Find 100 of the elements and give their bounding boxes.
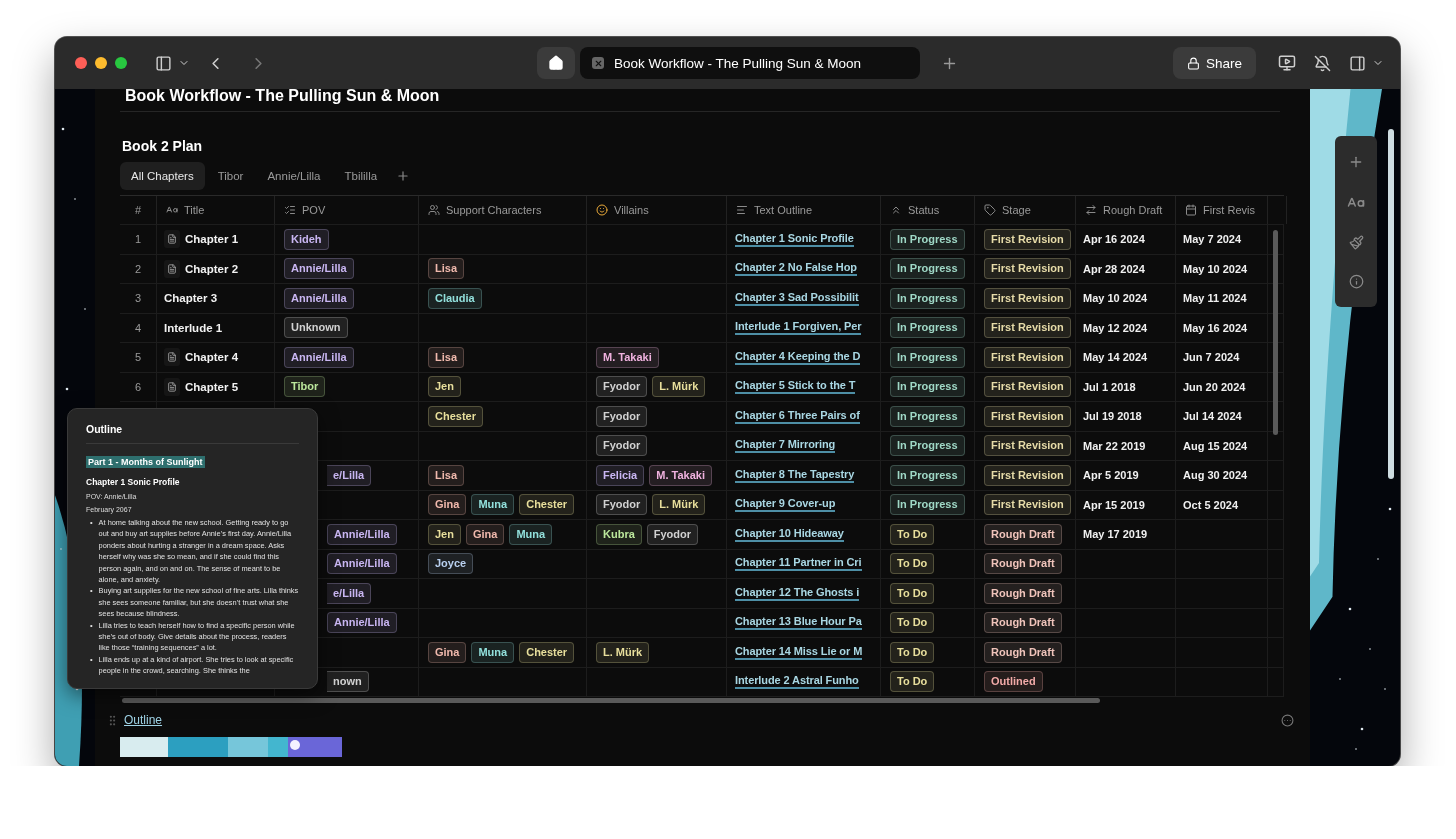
text-type-icon <box>166 204 178 216</box>
status-tag: In Progress <box>890 376 965 398</box>
tag: Muna <box>509 523 553 545</box>
outline-link[interactable]: Chapter 2 No False Hop <box>735 261 857 277</box>
chevrons-up-icon <box>890 204 902 216</box>
outline-link[interactable]: Chapter 3 Sad Possibilit <box>735 290 859 306</box>
date-cell: May 14 2024 <box>1083 351 1148 364</box>
tag: Fyodor <box>596 376 648 398</box>
table-cell[interactable]: Chapter 4 <box>185 351 239 364</box>
stage-tag: First Revision <box>984 435 1071 457</box>
outline-link[interactable]: Chapter 10 Hideaway <box>735 526 844 542</box>
scrollbar-thumb[interactable] <box>1273 230 1278 435</box>
outline-link[interactable]: Chapter 12 The Ghosts i <box>735 585 860 601</box>
table-cell[interactable]: Chapter 2 <box>185 262 239 275</box>
outline-link[interactable]: Chapter 5 Stick to the T <box>735 379 856 395</box>
date-cell: Oct 5 2024 <box>1183 498 1239 511</box>
outline-link[interactable]: Chapter 9 Cover-up <box>735 497 836 513</box>
tag: L. Mürk <box>596 641 650 663</box>
outline-link[interactable]: Chapter 7 Mirroring <box>735 438 836 454</box>
stage-tag: First Revision <box>984 228 1071 250</box>
stage-tag: First Revision <box>984 258 1071 280</box>
home-button[interactable] <box>537 47 575 79</box>
column-header[interactable]: Villains <box>614 204 649 216</box>
tag: Annie/Lilla <box>327 553 397 575</box>
stage-tag: First Revision <box>984 494 1071 516</box>
column-header[interactable]: Rough Draft <box>1103 204 1163 216</box>
tag: Unknown <box>284 317 348 339</box>
lines-icon <box>736 204 748 216</box>
table-cell[interactable]: Chapter 5 <box>185 380 239 393</box>
column-header[interactable]: Support Characters <box>446 204 542 216</box>
column-header[interactable]: Stage <box>1002 204 1031 216</box>
outline-link[interactable]: Interlude 2 Astral Funho <box>735 674 859 690</box>
date-cell: Jun 20 2024 <box>1183 380 1246 393</box>
status-tag: In Progress <box>890 346 965 368</box>
tag: Claudia <box>428 287 482 309</box>
status-tag: In Progress <box>890 435 965 457</box>
tag: Gina <box>428 494 467 516</box>
outline-link[interactable]: Chapter 8 The Tapestry <box>735 467 855 483</box>
stage-tag: First Revision <box>984 287 1071 309</box>
tag: Felicia <box>596 464 645 486</box>
scrollbar-thumb[interactable] <box>122 698 1100 703</box>
stage-tag: Rough Draft <box>984 582 1062 604</box>
tag: Gina <box>428 641 467 663</box>
column-header[interactable]: POV <box>302 204 326 216</box>
column-header[interactable]: Title <box>184 204 205 216</box>
row-number: 1 <box>134 233 142 246</box>
share-button[interactable]: Share <box>1172 47 1256 79</box>
tag: nown <box>327 671 369 693</box>
status-tag: To Do <box>890 671 935 693</box>
tag: Joyce <box>428 553 474 575</box>
stage-tag: Rough Draft <box>984 641 1062 663</box>
view-tab[interactable]: Annie/Lilla <box>256 162 332 190</box>
tag: Annie/Lilla <box>284 287 354 309</box>
close-button[interactable] <box>75 57 87 69</box>
tag: Annie/Lilla <box>284 258 354 280</box>
minimize-button[interactable] <box>95 57 107 69</box>
checklist-icon <box>284 204 296 216</box>
outline-link[interactable]: Chapter 11 Partner in Cri <box>735 556 862 572</box>
date-cell: May 11 2024 <box>1183 292 1247 305</box>
table-cell[interactable]: Interlude 1 <box>164 321 223 334</box>
status-tag: In Progress <box>890 258 965 280</box>
outline-link[interactable]: Chapter 14 Miss Lie or M <box>735 644 863 660</box>
outline-link[interactable]: Chapter 4 Keeping the D <box>735 349 861 365</box>
status-tag: In Progress <box>890 287 965 309</box>
table-cell[interactable]: Chapter 1 <box>185 233 239 246</box>
zoom-button[interactable] <box>115 57 127 69</box>
calendar-icon <box>1185 204 1197 216</box>
date-cell: May 7 2024 <box>1183 233 1242 246</box>
close-icon[interactable] <box>592 57 604 69</box>
outline-link[interactable]: Outline <box>124 713 163 727</box>
scrollbar-thumb[interactable] <box>1388 129 1394 479</box>
date-cell: Aug 30 2024 <box>1183 469 1248 482</box>
outline-link[interactable]: Chapter 6 Three Pairs of <box>735 408 860 424</box>
row-number: 3 <box>134 292 142 305</box>
outline-link[interactable]: Interlude 1 Forgiven, Per <box>735 320 862 336</box>
more-icon[interactable] <box>1281 713 1294 727</box>
view-tab[interactable]: Tbililla <box>333 162 389 190</box>
tag: Muna <box>471 494 515 516</box>
tag: Tibor <box>284 376 326 398</box>
info-icon[interactable] <box>1348 274 1364 290</box>
outline-link[interactable]: Chapter 1 Sonic Profile <box>735 231 854 247</box>
view-tab[interactable]: Tibor <box>206 162 255 190</box>
view-tab[interactable]: All Chapters <box>120 162 205 190</box>
column-header[interactable]: Text Outline <box>754 204 813 216</box>
stage-tag: First Revision <box>984 346 1071 368</box>
section-title: Book 2 Plan <box>121 138 204 154</box>
date-cell: May 10 2024 <box>1183 262 1248 275</box>
outline-link[interactable]: Chapter 13 Blue Hour Pa <box>735 615 862 631</box>
status-tag: To Do <box>890 582 935 604</box>
status-tag: In Progress <box>890 317 965 339</box>
tag: Chester <box>428 405 483 427</box>
column-header[interactable]: First Revis <box>1203 204 1255 216</box>
column-header[interactable]: # <box>134 204 142 216</box>
brush-icon[interactable] <box>1348 235 1364 251</box>
column-header[interactable]: Status <box>908 204 940 216</box>
table-cell[interactable]: Chapter 3 <box>164 292 218 305</box>
lock-icon <box>1186 56 1200 70</box>
status-tag: In Progress <box>890 494 965 516</box>
status-tag: In Progress <box>890 228 965 250</box>
browser-tab[interactable]: Book Workflow - The Pulling Sun & Moon <box>580 47 920 79</box>
